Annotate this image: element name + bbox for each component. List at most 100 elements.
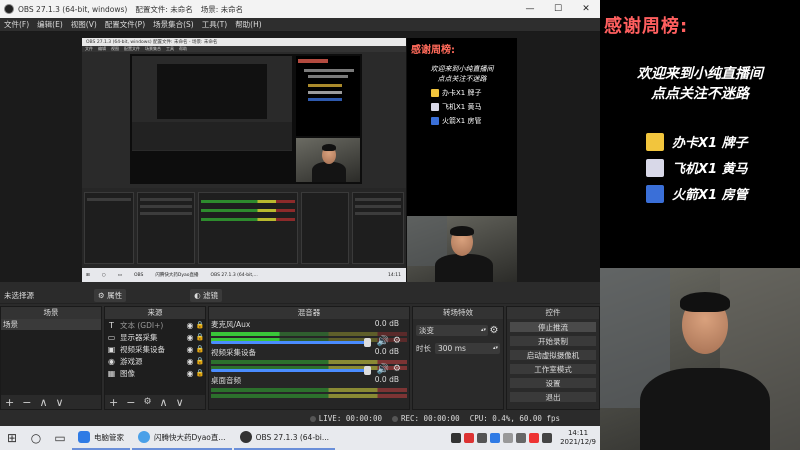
studio-mode-button[interactable]: 工作室模式 <box>509 363 597 375</box>
remove-icon[interactable]: − <box>126 396 135 409</box>
maximize-icon[interactable]: ☐ <box>544 4 572 14</box>
speaker-icon[interactable]: 🔊 <box>377 364 389 375</box>
eye-icon[interactable]: ◉ <box>185 345 195 354</box>
nested-meter <box>201 209 295 212</box>
tray-icon[interactable] <box>516 433 527 443</box>
tray-icon[interactable] <box>477 433 488 443</box>
nested-controls <box>352 192 404 264</box>
scene-collection-label: 场景: 未命名 <box>200 4 244 14</box>
lock-icon[interactable]: 🔒 <box>195 357 205 365</box>
close-icon[interactable]: ✕ <box>572 4 600 14</box>
move-down-icon[interactable]: ∨ <box>176 396 184 409</box>
tray-icon[interactable] <box>529 433 540 443</box>
nested-deeper-preview <box>157 64 267 119</box>
menu-scene-collection[interactable]: 场景集合(S) <box>153 19 194 30</box>
stream-preview[interactable]: OBS 27.1.3 (64-bit, windows) 配置文件: 未命名 -… <box>82 38 517 282</box>
source-item[interactable]: ▦ 图像 ◉ 🔒 <box>105 367 205 379</box>
menu-file[interactable]: 文件(F) <box>4 19 29 30</box>
eye-icon[interactable]: ◉ <box>185 321 195 330</box>
eye-icon[interactable]: ◉ <box>185 333 195 342</box>
preview-area[interactable]: OBS 27.1.3 (64-bit, windows) 配置文件: 未命名 -… <box>0 32 600 282</box>
nested-docks <box>82 188 406 268</box>
tray-icon[interactable] <box>503 433 514 443</box>
filters-button[interactable]: ◐ 滤镜 <box>190 289 223 302</box>
eye-icon[interactable]: ◉ <box>185 357 195 366</box>
add-icon[interactable]: + <box>5 396 14 409</box>
volume-knob[interactable] <box>364 366 371 375</box>
volume-slider[interactable] <box>211 369 369 372</box>
eye-icon[interactable]: ◉ <box>185 369 195 378</box>
remove-icon[interactable]: − <box>22 396 31 409</box>
lock-icon[interactable]: 🔒 <box>195 333 205 341</box>
tray-icon[interactable] <box>542 433 553 443</box>
nested-scenes <box>84 192 134 264</box>
preview-thanks-item-label: 办卡X1 牌子 <box>442 89 482 97</box>
live-dot-icon <box>309 415 316 422</box>
properties-button[interactable]: ⚙ 属性 <box>94 289 127 302</box>
lock-icon[interactable]: 🔒 <box>195 321 205 329</box>
source-item[interactable]: ▭ 显示器采集 ◉ 🔒 <box>105 331 205 343</box>
stream-overlay: 感谢周榜: 欢迎来到小纯直播间 点点关注不迷路 办卡X1 牌子 飞机X1 黄马 … <box>600 0 800 450</box>
mixer-track: 桌面音频 0.0 dB <box>209 375 409 403</box>
nested-deeper-docks <box>132 122 292 150</box>
source-item[interactable]: T 文本 (GDI+) ◉ 🔒 <box>105 319 205 331</box>
menu-tools[interactable]: 工具(T) <box>202 19 227 30</box>
search-icon[interactable]: ○ <box>24 431 48 445</box>
source-label: 文本 (GDI+) <box>120 320 164 330</box>
tray-icon[interactable] <box>464 433 475 443</box>
transition-select[interactable]: 淡变 <box>416 324 488 336</box>
add-icon[interactable]: + <box>109 396 118 409</box>
sources-dock: 来源 T 文本 (GDI+) ◉ 🔒 ▭ 显示器采集 ◉ 🔒 ▣ 视频采集设备 ◉ 🔒 ◉ 游戏源 ◉… <box>104 306 206 410</box>
preview-person-hair <box>450 226 474 236</box>
move-down-icon[interactable]: ∨ <box>56 396 64 409</box>
start-recording-button[interactable]: 开始录制 <box>509 335 597 347</box>
taskbar-app[interactable]: 电脑管家 <box>72 426 130 450</box>
exit-button[interactable]: 退出 <box>509 391 597 403</box>
gear-icon[interactable]: ⚙ <box>143 397 151 407</box>
move-up-icon[interactable]: ∧ <box>39 396 47 409</box>
taskbar-app[interactable]: 闪腾快大药Dyao直... <box>132 426 232 450</box>
rec-status: REC: 00:00:00 <box>391 414 460 423</box>
nested-mixer <box>198 192 298 264</box>
menu-edit[interactable]: 编辑(E) <box>37 19 63 30</box>
speaker-icon[interactable]: 🔊 <box>377 336 389 347</box>
source-item[interactable]: ▣ 视频采集设备 ◉ 🔒 <box>105 343 205 355</box>
minimize-icon[interactable]: — <box>516 4 544 14</box>
overlay-item: 办卡X1 牌子 <box>646 132 748 151</box>
gear-icon[interactable]: ⚙ <box>488 325 500 336</box>
nested-thanks-line <box>308 84 342 87</box>
menu-view[interactable]: 视图(V) <box>71 19 97 30</box>
task-view-icon[interactable]: ▭ <box>48 431 72 445</box>
nested-meter <box>201 218 295 221</box>
scene-item[interactable]: 场景 <box>1 319 101 330</box>
cpu-status: CPU: 0.4%, 60.00 fps <box>469 413 560 423</box>
taskbar: ⊞ ○ ▭ 电脑管家 闪腾快大药Dyao直... OBS 27.1.3 (64-… <box>0 426 600 450</box>
tray-icon[interactable] <box>490 433 501 443</box>
nested-transitions <box>301 192 349 264</box>
card-icon <box>646 132 664 151</box>
gear-icon[interactable]: ⚙ <box>393 336 401 346</box>
start-virtual-camera-button[interactable]: 启动虚拟摄像机 <box>509 349 597 361</box>
stop-streaming-button[interactable]: 停止推流 <box>509 321 597 333</box>
preview-subtitle-line: 欢迎来到小纯直播间 <box>430 65 494 73</box>
windows-start-icon[interactable]: ⊞ <box>0 431 24 445</box>
move-up-icon[interactable]: ∧ <box>160 396 168 409</box>
settings-button[interactable]: 设置 <box>509 377 597 389</box>
lock-icon[interactable]: 🔒 <box>195 369 205 377</box>
lock-icon[interactable]: 🔒 <box>195 345 205 353</box>
system-clock[interactable]: 14:11 2021/12/9 <box>560 429 596 447</box>
menu-help[interactable]: 帮助(H) <box>235 19 262 30</box>
nested-line <box>355 212 401 215</box>
taskbar-app[interactable]: OBS 27.1.3 (64-bi... <box>233 426 336 450</box>
volume-slider[interactable] <box>211 341 369 344</box>
overlay-item: 火箭X1 房管 <box>646 184 748 203</box>
duration-input[interactable]: 300 ms <box>435 342 500 354</box>
controls-body: 停止推流 开始录制 启动虚拟摄像机 工作室模式 设置 退出 <box>507 319 599 409</box>
menu-profile[interactable]: 配置文件(P) <box>105 19 145 30</box>
taskbar-app-label: OBS 27.1.3 (64-bi... <box>255 432 330 442</box>
scenes-header: 场景 <box>1 307 101 319</box>
volume-knob[interactable] <box>364 338 371 347</box>
gear-icon[interactable]: ⚙ <box>393 364 401 374</box>
source-item[interactable]: ◉ 游戏源 ◉ 🔒 <box>105 355 205 367</box>
tray-icon[interactable] <box>451 433 462 443</box>
